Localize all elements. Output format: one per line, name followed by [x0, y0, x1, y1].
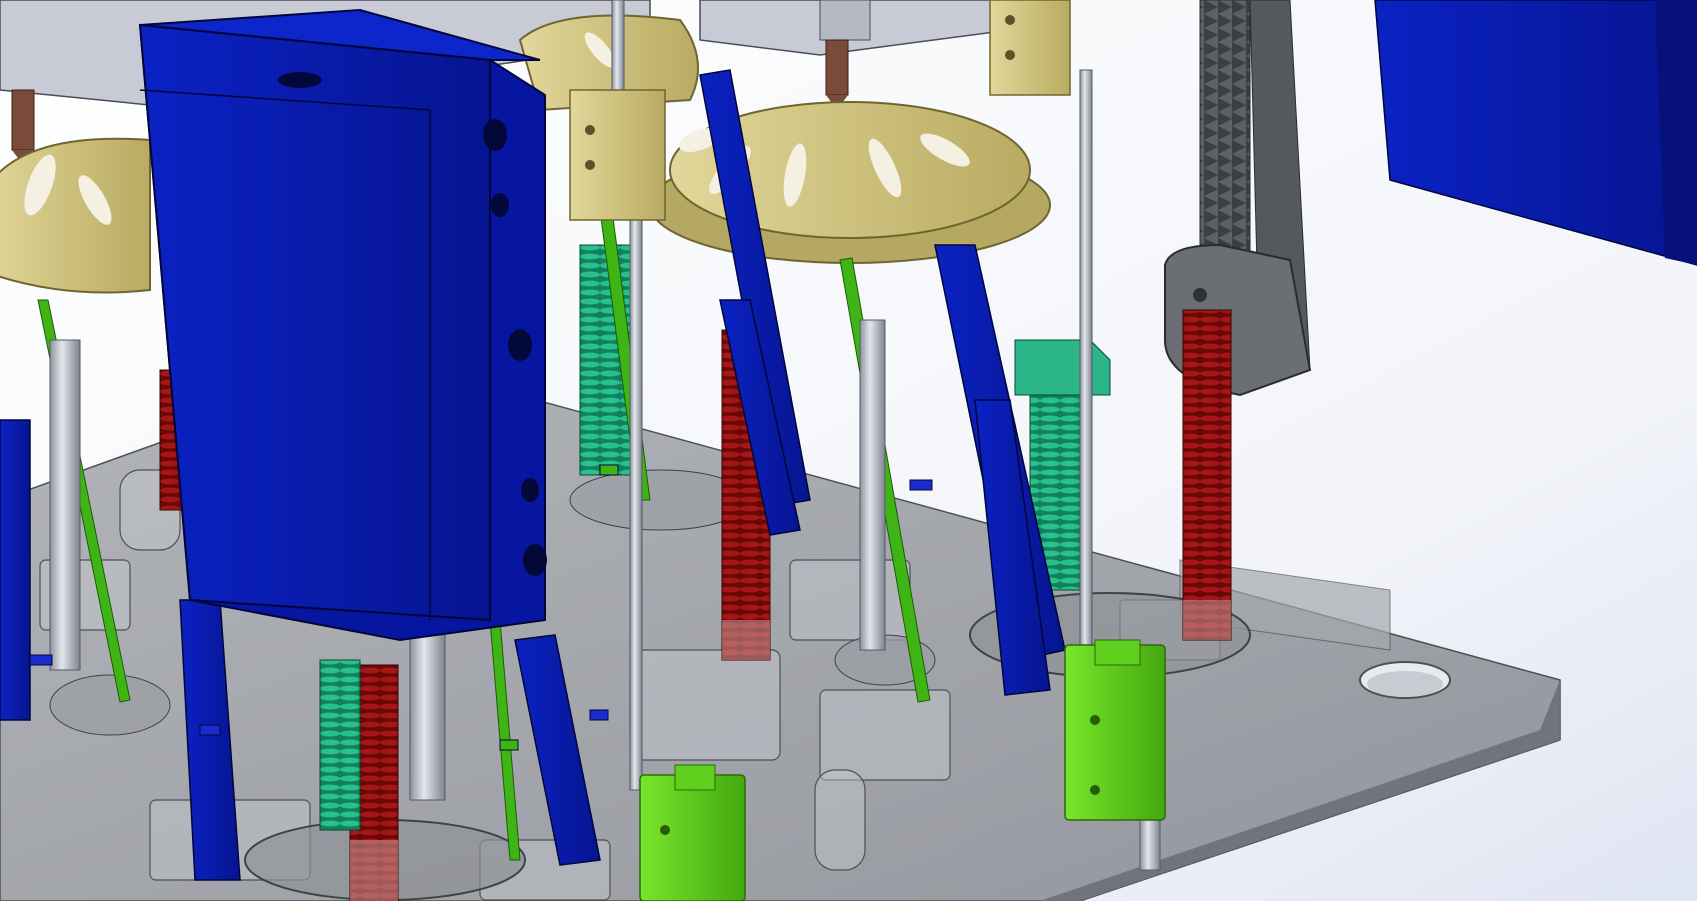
carriage-hole-icon: [521, 478, 539, 502]
tan-bushing: [989, 0, 1071, 96]
steel-rod: [611, 0, 625, 91]
tan-bushing: [569, 89, 666, 221]
carriage-hole-icon: [508, 329, 532, 361]
steel-rod: [1079, 69, 1093, 691]
teal-spring: [319, 659, 361, 831]
green-slide-block: [639, 764, 746, 901]
tan-tray-left: [0, 137, 151, 294]
carriage-hole-icon: [483, 119, 507, 151]
red-spring: [1182, 309, 1232, 641]
carriage-hole-icon: [523, 544, 547, 576]
rack-pin-icon: [1193, 288, 1207, 302]
green-slide-block: [1064, 639, 1166, 821]
carriage-hole-icon: [491, 193, 509, 217]
steel-rod: [859, 319, 886, 651]
steel-rod: [409, 629, 446, 801]
cad-assembly-view: [0, 0, 1697, 901]
blue-carriage: [138, 8, 547, 642]
carriage-hole-icon: [278, 72, 322, 88]
steel-rod: [49, 339, 81, 671]
